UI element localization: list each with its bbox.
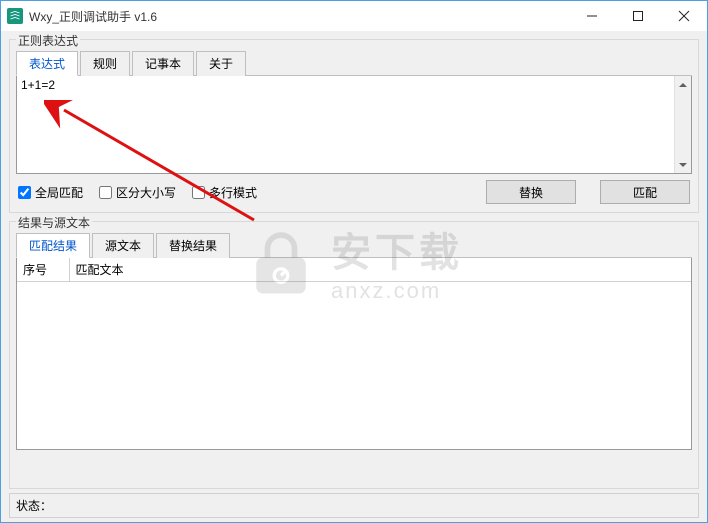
- col-index[interactable]: 序号: [17, 258, 69, 282]
- maximize-button[interactable]: [615, 1, 661, 31]
- checkbox-multiline-input[interactable]: [192, 186, 205, 199]
- checkbox-case-input[interactable]: [99, 186, 112, 199]
- result-group-label: 结果与源文本: [16, 214, 92, 231]
- result-table: 序号 匹配文本: [17, 258, 691, 282]
- tab-expression[interactable]: 表达式: [16, 51, 78, 76]
- checkbox-global[interactable]: 全局匹配: [18, 184, 83, 201]
- regex-group-label: 正则表达式: [16, 32, 80, 49]
- match-button[interactable]: 匹配: [600, 180, 690, 204]
- scroll-down-icon[interactable]: [675, 156, 691, 173]
- checkbox-global-input[interactable]: [18, 186, 31, 199]
- scroll-up-icon[interactable]: [675, 76, 691, 93]
- result-table-wrap: 序号 匹配文本: [16, 258, 692, 450]
- app-window: Wxy_正则调试助手 v1.6 正则表达式 表达式 规则 记事本 关于: [0, 0, 708, 523]
- expression-editor-wrap: [16, 76, 692, 174]
- status-label: 状态：: [16, 499, 52, 513]
- status-bar: 状态：: [9, 493, 699, 518]
- checkbox-global-label: 全局匹配: [35, 184, 83, 201]
- tab-about[interactable]: 关于: [196, 51, 246, 76]
- close-button[interactable]: [661, 1, 707, 31]
- expression-input[interactable]: [17, 76, 674, 173]
- app-icon: [7, 8, 23, 24]
- replace-button[interactable]: 替换: [486, 180, 576, 204]
- window-title: Wxy_正则调试助手 v1.6: [29, 8, 569, 25]
- col-match-text[interactable]: 匹配文本: [69, 258, 691, 282]
- client-area: 正则表达式 表达式 规则 记事本 关于 全局匹配: [1, 31, 707, 522]
- regex-group: 正则表达式 表达式 规则 记事本 关于 全局匹配: [9, 39, 699, 213]
- tab-match-result[interactable]: 匹配结果: [16, 233, 90, 258]
- table-header-row: 序号 匹配文本: [17, 258, 691, 282]
- bottom-tabs: 匹配结果 源文本 替换结果: [16, 232, 692, 258]
- options-row: 全局匹配 区分大小写 多行模式 替换 匹配: [16, 174, 692, 206]
- titlebar[interactable]: Wxy_正则调试助手 v1.6: [1, 1, 707, 31]
- scroll-track[interactable]: [675, 93, 691, 156]
- checkbox-multiline[interactable]: 多行模式: [192, 184, 257, 201]
- checkbox-case-label: 区分大小写: [116, 184, 176, 201]
- checkbox-case[interactable]: 区分大小写: [99, 184, 176, 201]
- result-group: 结果与源文本 匹配结果 源文本 替换结果 序号 匹配文本: [9, 221, 699, 489]
- tab-replace-result[interactable]: 替换结果: [156, 233, 230, 258]
- minimize-button[interactable]: [569, 1, 615, 31]
- checkbox-multiline-label: 多行模式: [209, 184, 257, 201]
- top-tabs: 表达式 规则 记事本 关于: [16, 50, 692, 76]
- tab-rules[interactable]: 规则: [80, 51, 130, 76]
- tab-notepad[interactable]: 记事本: [132, 51, 194, 76]
- tab-source-text[interactable]: 源文本: [92, 233, 154, 258]
- window-controls: [569, 1, 707, 31]
- editor-scrollbar[interactable]: [674, 76, 691, 173]
